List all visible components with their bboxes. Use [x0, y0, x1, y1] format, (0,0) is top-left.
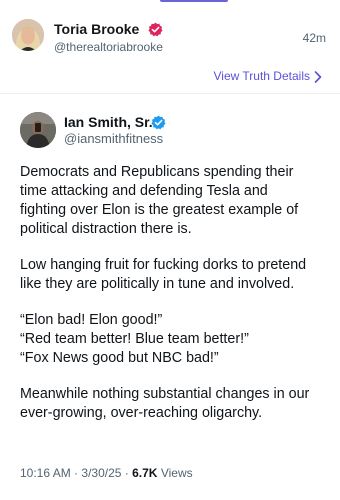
text-line: Low hanging fruit for fucking dorks to p…: [20, 257, 307, 273]
author-handle[interactable]: @therealtoriabrooke: [54, 40, 163, 54]
tweet-paragraph: Meanwhile nothing substantial changes in…: [20, 385, 326, 423]
text-line: “Elon bad! Elon good!”: [20, 312, 163, 328]
views-count: 6.7K: [132, 466, 158, 480]
text-line: ever-growing, over-reaching oligarchy.: [20, 405, 263, 421]
chevron-right-icon[interactable]: [314, 70, 322, 88]
divider: [0, 93, 340, 94]
text-line: time attacking and defending Tesla and: [20, 183, 268, 199]
quoted-tweet-header: Ian Smith, Sr. @iansmithfitness: [20, 112, 328, 154]
text-line: political distraction there is.: [20, 221, 192, 237]
tweet-date[interactable]: 3/30/25: [81, 466, 121, 480]
text-line: Democrats and Republicans spending their: [20, 164, 294, 180]
tweet-paragraph: “Elon bad! Elon good!” “Red team better!…: [20, 311, 326, 368]
post-timestamp: 42m: [302, 31, 326, 45]
avatar[interactable]: [12, 19, 44, 51]
text-line: Meanwhile nothing substantial changes in…: [20, 386, 310, 402]
tweet-text: Democrats and Republicans spending their…: [20, 163, 326, 440]
tweet-time[interactable]: 10:16 AM: [20, 466, 71, 480]
text-line: “Fox News good but NBC bad!”: [20, 350, 219, 366]
meta-separator: ·: [124, 466, 129, 480]
tweet-paragraph: Low hanging fruit for fucking dorks to p…: [20, 256, 326, 294]
text-line: like they are politically in tune and in…: [20, 276, 295, 292]
post-header: Toria Brooke @therealtoriabrooke 42m: [12, 19, 328, 61]
tweet-paragraph: Democrats and Republicans spending their…: [20, 163, 326, 239]
top-accent-bar: [160, 0, 228, 2]
meta-separator: ·: [74, 466, 79, 480]
quoted-author-name[interactable]: Ian Smith, Sr.: [64, 114, 153, 130]
quoted-author-handle[interactable]: @iansmithfitness: [64, 131, 163, 146]
text-line: “Red team better! Blue team better!”: [20, 331, 249, 347]
avatar[interactable]: [20, 112, 56, 148]
view-truth-details-link[interactable]: View Truth Details: [214, 69, 311, 83]
views-label: Views: [160, 466, 193, 480]
tweet-meta: 10:16 AM · 3/30/25 · 6.7K Views: [20, 466, 193, 480]
author-name[interactable]: Toria Brooke: [54, 21, 139, 37]
text-line: fighting over Elon is the greatest examp…: [20, 202, 299, 218]
verified-check-icon: [148, 22, 163, 42]
